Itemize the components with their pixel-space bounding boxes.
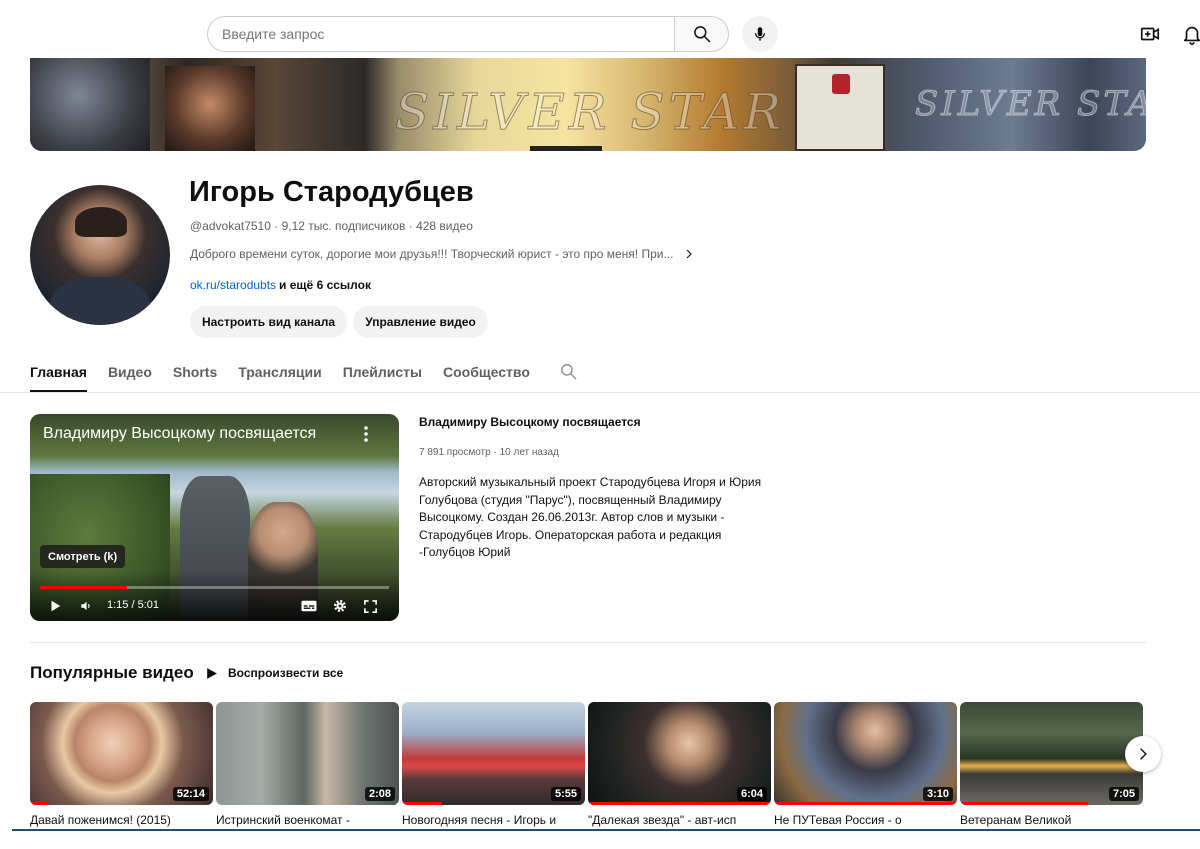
notifications-button[interactable]: [1178, 20, 1200, 48]
carousel-next-button[interactable]: [1125, 736, 1161, 772]
tab-home[interactable]: Главная: [30, 352, 87, 392]
watched-progress: [774, 802, 957, 805]
channel-search-button[interactable]: [559, 352, 578, 386]
subtitles-icon: [301, 600, 317, 612]
video-card[interactable]: 52:14 Давай поженимся! (2015): [30, 702, 213, 827]
subtitles-button[interactable]: [300, 597, 318, 615]
banner-photo-face: [165, 66, 255, 151]
player-progress-fill: [40, 586, 128, 589]
fullscreen-button[interactable]: [363, 597, 378, 615]
bell-icon: [1183, 26, 1200, 45]
chevron-right-icon: [683, 248, 695, 260]
fullscreen-icon: [364, 599, 377, 613]
tab-live[interactable]: Трансляции: [238, 352, 321, 392]
volume-icon: [81, 601, 90, 611]
player-progress-bar[interactable]: [40, 586, 389, 589]
channel-tabs: Главная Видео Shorts Трансляции Плейлист…: [30, 352, 578, 392]
tab-shorts[interactable]: Shorts: [173, 352, 217, 392]
search-icon: [560, 364, 577, 380]
video-card[interactable]: 7:05 Ветеранам Великой: [960, 702, 1143, 827]
watched-progress: [588, 802, 771, 805]
popular-section-title: Популярные видео: [30, 663, 194, 682]
channel-avatar[interactable]: [30, 185, 170, 325]
channel-link[interactable]: ok.ru/starodubts: [190, 278, 276, 292]
video-duration: 5:55: [550, 787, 581, 801]
video-card[interactable]: 6:04 "Далекая звезда" - авт-исп: [588, 702, 771, 827]
player-time: 1:15 / 5:01: [107, 599, 159, 611]
create-button[interactable]: [1136, 20, 1164, 48]
tab-videos[interactable]: Видео: [108, 352, 152, 392]
search-button[interactable]: [674, 16, 729, 52]
tabs-divider: [0, 392, 1200, 393]
video-thumbnail[interactable]: 5:55: [402, 702, 585, 805]
featured-video-meta: 7 891 просмотр · 10 лет назад: [419, 447, 559, 458]
watched-progress: [30, 802, 49, 805]
video-title[interactable]: Не ПУТевая Россия - о: [774, 813, 957, 827]
video-card[interactable]: 3:10 Не ПУТевая Россия - о: [774, 702, 957, 827]
featured-video-player[interactable]: Владимиру Высоцкому посвящается Смотреть…: [30, 414, 399, 621]
section-divider: [30, 642, 1146, 643]
video-card[interactable]: 5:55 Новогодняя песня - Игорь и: [402, 702, 585, 827]
mic-icon: [754, 27, 766, 41]
featured-video-description: Авторский музыкальный проект Стародубцев…: [419, 475, 762, 560]
customize-channel-button[interactable]: Настроить вид канала: [190, 306, 347, 338]
banner-photo-left: [30, 58, 150, 151]
video-thumbnail[interactable]: 2:08: [216, 702, 399, 805]
volume-button[interactable]: [79, 597, 93, 615]
featured-video-title[interactable]: Владимиру Высоцкому посвящается: [419, 415, 641, 429]
channel-banner: SILVER STAR SILVER STAR: [30, 58, 1146, 151]
settings-button[interactable]: [332, 597, 348, 615]
play-all-button[interactable]: Воспроизвести все: [205, 663, 343, 683]
video-title[interactable]: Ветеранам Великой: [960, 813, 1143, 827]
video-title[interactable]: Давай поженимся! (2015): [30, 813, 213, 827]
video-duration: 52:14: [172, 787, 209, 801]
channel-description[interactable]: Доброго времени суток, дорогие мои друзь…: [190, 247, 695, 261]
player-overlay-title[interactable]: Владимиру Высоцкому посвящается: [43, 425, 316, 443]
banner-logo-text-secondary: SILVER STAR: [914, 84, 1146, 125]
channel-description-text: Доброго времени суток, дорогие мои друзь…: [190, 247, 674, 261]
channel-name: Игорь Стародубцев: [189, 176, 474, 208]
manage-videos-button[interactable]: Управление видео: [353, 306, 488, 338]
play-icon: [207, 667, 217, 679]
watched-progress: [960, 802, 1089, 805]
video-duration: 3:10: [922, 787, 953, 801]
video-title[interactable]: Новогодняя песня - Игорь и: [402, 813, 585, 827]
channel-meta: @advokat7510 · 9,12 тыс. подписчиков · 4…: [190, 219, 473, 233]
video-duration: 6:04: [736, 787, 767, 801]
tab-playlists[interactable]: Плейлисты: [343, 352, 422, 392]
chevron-right-icon: [1140, 748, 1147, 760]
play-icon: [51, 600, 61, 612]
banner-emblem: [832, 74, 850, 94]
window-bottom-edge: [12, 829, 1200, 831]
banner-logo-text: SILVER STAR: [394, 83, 786, 142]
video-thumbnail[interactable]: 3:10: [774, 702, 957, 805]
voice-search-button[interactable]: [742, 16, 778, 52]
top-bar: [0, 0, 1200, 58]
watch-tooltip: Смотреть (k): [40, 545, 126, 568]
video-thumbnail[interactable]: 52:14: [30, 702, 213, 805]
play-button[interactable]: [48, 597, 62, 615]
video-title[interactable]: "Далекая звезда" - авт-исп: [588, 813, 771, 827]
video-thumbnail[interactable]: 7:05: [960, 702, 1143, 805]
video-title[interactable]: Истринский военкомат -: [216, 813, 399, 827]
video-duration: 7:05: [1108, 787, 1139, 801]
video-card[interactable]: 2:08 Истринский военкомат -: [216, 702, 399, 827]
play-all-label: Воспроизвести все: [228, 666, 344, 680]
watched-progress: [402, 802, 443, 805]
tab-community[interactable]: Сообщество: [443, 352, 530, 392]
channel-links: ok.ru/starodubts и ещё 6 ссылок: [190, 278, 371, 292]
video-thumbnail[interactable]: 6:04: [588, 702, 771, 805]
create-video-icon: [1140, 27, 1160, 41]
search-box: [207, 16, 729, 52]
video-duration: 2:08: [364, 787, 395, 801]
more-vert-icon[interactable]: [360, 425, 372, 443]
search-icon: [693, 26, 710, 43]
banner-strip: [530, 146, 602, 151]
gear-icon: [334, 600, 346, 612]
avatar-suit: [50, 277, 150, 325]
channel-links-more[interactable]: и ещё 6 ссылок: [279, 278, 371, 292]
avatar-hair: [75, 207, 127, 237]
search-input[interactable]: [207, 16, 674, 52]
